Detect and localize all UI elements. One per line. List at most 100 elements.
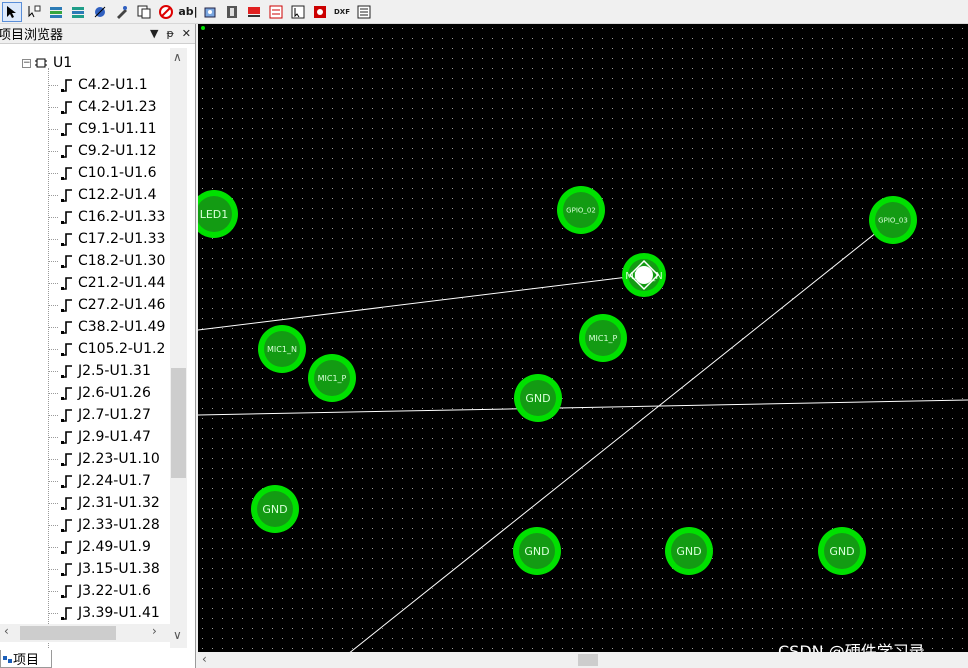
tree-item-label: C12.2-U1.4	[78, 187, 157, 203]
flag-icon[interactable]	[244, 2, 264, 22]
route-icon[interactable]	[90, 2, 110, 22]
tree-item-net[interactable]: J3.22-U1.6	[48, 580, 151, 602]
tree-item-net[interactable]: J2.5-U1.31	[48, 360, 151, 382]
close-icon[interactable]: ✕	[182, 27, 191, 40]
tree-item-net[interactable]: J2.6-U1.26	[48, 382, 151, 404]
dxf-button[interactable]: DXF	[332, 2, 352, 22]
tree-branch-line	[48, 370, 58, 372]
tree-item-net[interactable]: C21.2-U1.44	[48, 272, 165, 294]
tree-branch-line	[48, 612, 58, 614]
net-icon	[61, 453, 72, 466]
pad[interactable]: GND	[665, 527, 713, 575]
tree-vertical-scroll-thumb[interactable]	[171, 368, 186, 478]
film-icon[interactable]	[222, 2, 242, 22]
tree-item-net[interactable]: C38.2-U1.49	[48, 316, 165, 338]
scroll-left-icon[interactable]: ‹	[4, 624, 9, 638]
scroll-up-icon[interactable]: ∧	[173, 50, 182, 64]
tree-item-net[interactable]: C17.2-U1.33	[48, 228, 165, 250]
copy-icon[interactable]	[134, 2, 154, 22]
net-icon	[61, 387, 72, 400]
scroll-down-icon[interactable]: ∨	[173, 628, 182, 642]
tree-branch-line	[48, 150, 58, 152]
tree-item-net[interactable]: J3.39-U1.41	[48, 602, 160, 624]
selected-pad[interactable]: MIC1_N	[622, 253, 666, 297]
pad-label: MIC1_N	[267, 345, 297, 354]
tree-branch-line	[48, 590, 58, 592]
tree-item-net[interactable]: J3.15-U1.38	[48, 558, 160, 580]
tree-item-label: C21.2-U1.44	[78, 275, 166, 291]
tree-vertical-scrollbar[interactable]: ∧ ∨	[170, 48, 187, 648]
grid-icon[interactable]	[310, 2, 330, 22]
dropdown-icon[interactable]: ▼	[150, 27, 158, 40]
pad[interactable]: MIC1_P	[308, 354, 356, 402]
tree-item-net[interactable]: J2.9-U1.47	[48, 426, 151, 448]
scroll-right-icon[interactable]: ›	[152, 624, 157, 638]
collapse-icon[interactable]: −	[22, 58, 31, 68]
tree-item-net[interactable]: C9.1-U1.11	[48, 118, 157, 140]
tree-horizontal-scroll-thumb[interactable]	[20, 626, 116, 640]
tree-branch-line	[48, 172, 58, 174]
project-tab[interactable]: 项目	[0, 650, 52, 668]
tree-item-net[interactable]: C4.2-U1.23	[48, 96, 157, 118]
net-icon	[61, 497, 72, 510]
tree-branch-line	[48, 458, 58, 460]
pad-label: GND	[524, 545, 549, 558]
project-tab-label: 项目	[13, 653, 40, 668]
layer2-icon[interactable]	[68, 2, 88, 22]
pad[interactable]: GPIO_03	[869, 196, 917, 244]
tree-item-net[interactable]: J2.23-U1.10	[48, 448, 160, 470]
wire-icon[interactable]	[24, 2, 44, 22]
pad-label: GND	[262, 503, 287, 516]
tree-item-net[interactable]: C105.2-U1.2	[48, 338, 165, 360]
tree-item-label: C18.2-U1.30	[78, 253, 166, 269]
tree-item-net[interactable]: J2.31-U1.32	[48, 492, 160, 514]
text-tool-button[interactable]: ab|	[178, 2, 198, 22]
tree-item-net[interactable]: C10.1-U1.6	[48, 162, 157, 184]
pad[interactable]: GND	[514, 374, 562, 422]
pad[interactable]: GND	[513, 527, 561, 575]
pad[interactable]: MIC1_P	[579, 314, 627, 362]
tree-item-label: C9.1-U1.11	[78, 121, 157, 137]
toolbar: ab| DXF	[0, 0, 968, 24]
tree-item-net[interactable]: J2.33-U1.28	[48, 514, 160, 536]
select-icon[interactable]	[288, 2, 308, 22]
tree-item-net[interactable]: J2.49-U1.9	[48, 536, 151, 558]
canvas-scroll-left-icon[interactable]: ‹	[202, 652, 207, 666]
pointer-icon[interactable]	[2, 1, 22, 22]
tree-branch-line	[48, 436, 58, 438]
edit-icon[interactable]	[112, 2, 132, 22]
net-icon	[61, 277, 72, 290]
canvas-horizontal-scrollbar[interactable]: ‹	[198, 652, 968, 668]
tree-item-net[interactable]: J2.24-U1.7	[48, 470, 151, 492]
tree-item-net[interactable]: C12.2-U1.4	[48, 184, 157, 206]
list-icon[interactable]	[354, 2, 374, 22]
tree-item-label: J2.24-U1.7	[78, 473, 151, 489]
pin-icon[interactable]: ᵽ	[166, 27, 173, 40]
tree-item-net[interactable]: C4.2-U1.1	[48, 74, 148, 96]
tree-item-label: C105.2-U1.2	[78, 341, 166, 357]
tree-item-net[interactable]: C16.2-U1.33	[48, 206, 165, 228]
tree-item-net[interactable]: C18.2-U1.30	[48, 250, 165, 272]
canvas-scroll-thumb[interactable]	[578, 654, 598, 666]
layer-icon[interactable]	[46, 2, 66, 22]
pcb-drawing[interactable]: LED1 GPIO_02 GPIO_03 MIC1_N MIC1_P MIC1_P GND G…	[198, 24, 968, 652]
text-tool-label: ab|	[178, 5, 198, 18]
tree-item-net[interactable]: C27.2-U1.46	[48, 294, 165, 316]
pad[interactable]: GND	[251, 485, 299, 533]
tree-branch-line	[48, 194, 58, 196]
component-icon[interactable]	[200, 2, 220, 22]
pad-label: GPIO_02	[566, 207, 596, 215]
tree-item-net[interactable]: C9.2-U1.12	[48, 140, 157, 162]
pad[interactable]: GPIO_02	[557, 186, 605, 234]
net-icon	[61, 79, 72, 92]
tree-branch-line	[48, 392, 58, 394]
stack-icon[interactable]	[266, 2, 286, 22]
tree-horizontal-scrollbar[interactable]: ‹ ›	[0, 624, 170, 642]
pcb-canvas[interactable]: LED1 GPIO_02 GPIO_03 MIC1_N MIC1_P MIC1_P GND G…	[198, 24, 968, 668]
net-icon	[61, 299, 72, 312]
pad[interactable]: MIC1_N	[258, 325, 306, 373]
no-entry-icon[interactable]	[156, 2, 176, 22]
net-icon	[61, 563, 72, 576]
pad[interactable]: GND	[818, 527, 866, 575]
tree-item-net[interactable]: J2.7-U1.27	[48, 404, 151, 426]
